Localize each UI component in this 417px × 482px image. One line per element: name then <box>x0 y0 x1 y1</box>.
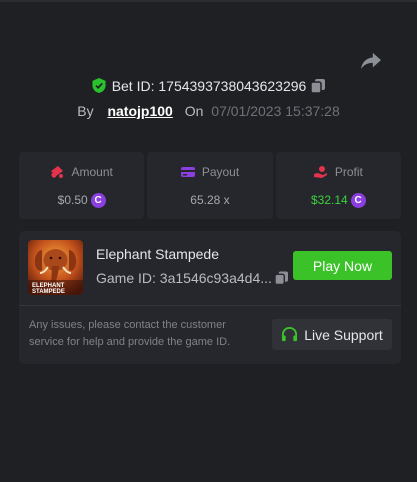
copy-icon[interactable] <box>311 79 326 93</box>
stat-payout-value: 65.28 x <box>190 193 230 207</box>
thumb-text-line2: STAMPEDE <box>32 289 65 295</box>
game-id: Game ID: 3a1546c93a4d4... <box>96 270 272 286</box>
live-support-button[interactable]: Live Support <box>272 319 392 350</box>
bet-datetime: 07/01/2023 15:37:28 <box>211 103 340 119</box>
username-link[interactable]: natojp100 <box>107 103 172 119</box>
live-support-label: Live Support <box>304 326 383 343</box>
headset-icon <box>282 326 298 342</box>
on-label: On <box>184 103 204 119</box>
stat-profit-label: Profit <box>334 165 363 179</box>
game-name: Elephant Stampede <box>96 246 219 262</box>
bet-author-row: By natojp100 On 07/01/2023 15:37:28 <box>0 103 417 119</box>
game-thumbnail[interactable]: ELEPHANT STAMPEDE <box>28 240 83 295</box>
game-id-row: Game ID: 3a1546c93a4d4... <box>96 270 288 286</box>
coins-icon <box>51 166 64 178</box>
stat-amount: Amount $0.50 C <box>19 152 145 219</box>
stat-payout-label: Payout <box>201 165 240 179</box>
stat-amount-value: $0.50 <box>57 193 88 207</box>
stat-amount-label: Amount <box>71 165 113 179</box>
play-now-button[interactable]: Play Now <box>293 251 392 280</box>
bet-id-row: Bet ID: 1754393738043623296 <box>0 78 417 94</box>
stat-profit: Profit $32.14 C <box>275 152 401 219</box>
bet-id: Bet ID: 1754393738043623296 <box>111 78 307 94</box>
card-divider <box>19 305 401 306</box>
game-card: ELEPHANT STAMPEDE Elephant Stampede Game… <box>19 231 401 364</box>
stat-payout: Payout 65.28 x <box>147 152 273 219</box>
bet-stats: Amount $0.50 C Payout 65.28 x Profit $32… <box>19 152 401 219</box>
copy-icon[interactable] <box>274 271 288 285</box>
top-divider <box>0 0 417 2</box>
support-message: Any issues, please contact the customer … <box>29 319 231 348</box>
shield-check-icon <box>92 78 106 93</box>
share-icon[interactable] <box>360 51 382 71</box>
coin-icon: C <box>350 192 366 208</box>
hand-coin-icon <box>313 166 327 178</box>
wallet-icon <box>180 167 195 177</box>
stat-profit-value: $32.14 <box>310 193 348 207</box>
coin-icon: C <box>90 192 106 208</box>
by-label: By <box>77 103 94 119</box>
